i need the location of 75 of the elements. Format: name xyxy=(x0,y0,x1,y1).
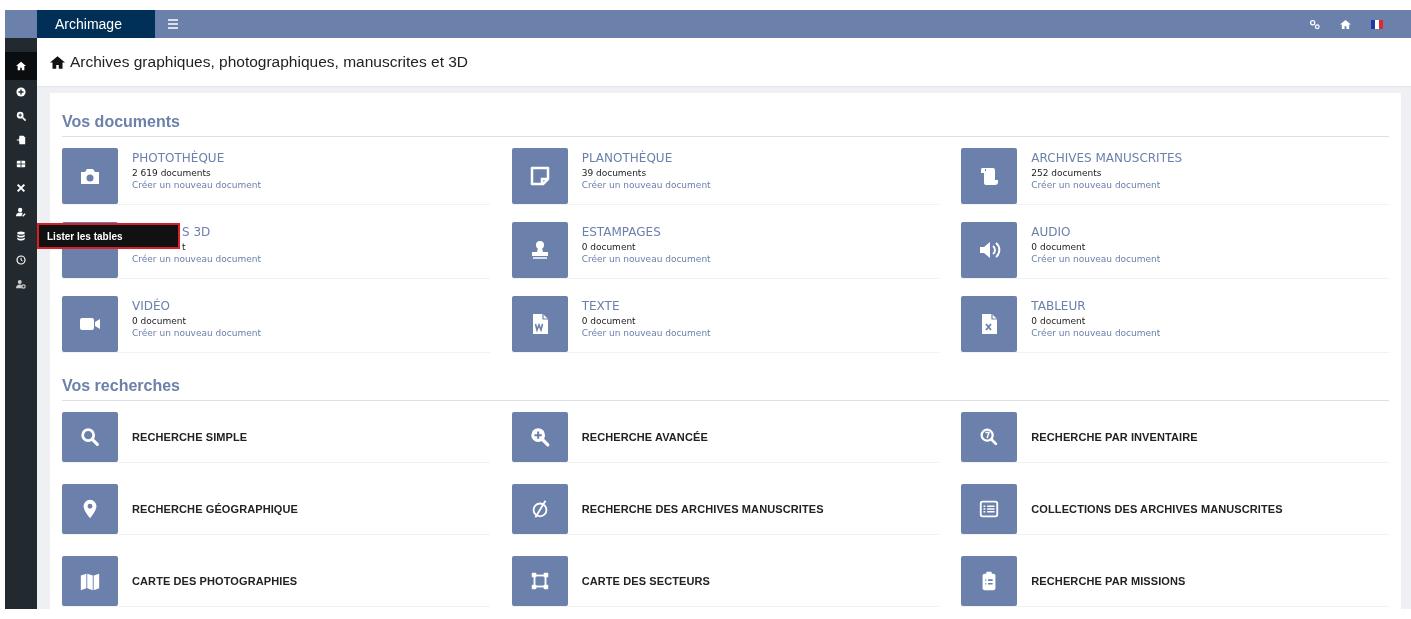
section-heading: Vos documents xyxy=(62,113,1389,137)
document-type-tile[interactable] xyxy=(511,148,568,204)
list-icon xyxy=(978,498,1001,520)
create-document-link[interactable]: Créer un nouveau document xyxy=(581,180,711,190)
document-type-title[interactable]: ARCHIVES MANUSCRITES xyxy=(1031,151,1183,165)
search-option-label[interactable]: COLLECTIONS DES ARCHIVES MANUSCRITES xyxy=(1031,503,1283,515)
zoom-in-icon xyxy=(16,111,26,121)
document-type-tile[interactable] xyxy=(961,222,1018,278)
user-edit-icon xyxy=(16,207,26,217)
document-type-tile[interactable] xyxy=(62,296,118,352)
search-option-label[interactable]: RECHERCHE SIMPLE xyxy=(132,431,248,443)
zoom-in-icon xyxy=(528,426,551,448)
search-option-label[interactable]: CARTE DES PHOTOGRAPHIES xyxy=(132,575,298,587)
search-option-label[interactable]: RECHERCHE PAR INVENTAIRE xyxy=(1031,431,1198,443)
home-icon xyxy=(16,61,26,71)
search-tile[interactable] xyxy=(62,412,118,462)
table-icon xyxy=(16,159,26,169)
french-flag-icon[interactable] xyxy=(1371,19,1383,29)
document-type-tile[interactable] xyxy=(511,296,568,352)
search-option-label[interactable]: RECHERCHE PAR MISSIONS xyxy=(1031,575,1186,587)
create-document-link[interactable]: Créer un nouveau document xyxy=(581,328,711,338)
user-cog-icon xyxy=(16,279,26,289)
search-option-label[interactable]: RECHERCHE GÉOGRAPHIQUE xyxy=(132,503,298,515)
search-tile[interactable] xyxy=(511,556,568,606)
tools-icon xyxy=(16,183,26,193)
document-type-tile[interactable] xyxy=(62,148,118,204)
create-document-link[interactable]: Créer un nouveau document xyxy=(132,254,261,264)
document-type-tile[interactable] xyxy=(511,222,568,278)
create-document-link[interactable]: Créer un nouveau document xyxy=(1031,180,1183,190)
create-document-link[interactable]: Créer un nouveau document xyxy=(1031,328,1161,338)
create-document-link[interactable]: Créer un nouveau document xyxy=(581,254,711,264)
document-count: 0 document xyxy=(1031,242,1087,252)
search-option-label[interactable]: RECHERCHE AVANCÉE xyxy=(581,431,708,443)
search-option-label[interactable]: RECHERCHE DES ARCHIVES MANUSCRITES xyxy=(581,503,824,515)
section-heading: Vos recherches xyxy=(62,377,1389,401)
page-title: Archives graphiques, photographiques, manuscrites et 3D xyxy=(70,53,469,71)
app-logo[interactable]: Archimage xyxy=(37,10,155,38)
document-count: 0 document xyxy=(132,316,187,326)
document-type-title[interactable]: AUDIO xyxy=(1031,225,1161,239)
document-type-title[interactable]: VIDÉO xyxy=(132,299,261,313)
document-type-tile[interactable] xyxy=(961,148,1018,204)
document-type-title[interactable]: PLANOTHÈQUE xyxy=(581,151,711,165)
tooltip: Lister les tables xyxy=(37,223,180,249)
search-tile[interactable] xyxy=(62,556,118,606)
sidebar-item[interactable] xyxy=(5,52,37,80)
search-icon xyxy=(79,426,101,448)
create-document-link[interactable]: Créer un nouveau document xyxy=(132,328,261,338)
search-tile[interactable] xyxy=(961,412,1018,462)
document-count: 39 documents xyxy=(581,168,648,178)
search-tile[interactable] xyxy=(511,412,568,462)
document-type-title[interactable]: PHOTOTHÈQUE xyxy=(132,151,261,165)
document-type-title[interactable]: TEXTE xyxy=(581,299,711,313)
document-type-title[interactable]: ESTAMPAGES xyxy=(581,225,711,239)
gears-icon[interactable] xyxy=(1309,18,1320,30)
document-count: 0 document xyxy=(581,316,637,326)
search-tile[interactable] xyxy=(511,484,568,534)
menu-icon[interactable] xyxy=(167,18,179,30)
document-type-title[interactable]: TABLEUR xyxy=(1031,299,1161,313)
search-tile[interactable] xyxy=(961,484,1018,534)
document-type-tile[interactable] xyxy=(961,296,1018,352)
home-icon[interactable] xyxy=(50,54,65,70)
search-tile[interactable] xyxy=(62,484,118,534)
search-option-label[interactable]: CARTE DES SECTEURS xyxy=(581,575,710,587)
clock-icon xyxy=(16,255,26,265)
document-count: 0 document xyxy=(1031,316,1087,326)
database-icon xyxy=(16,231,26,241)
create-document-link[interactable]: Créer un nouveau document xyxy=(132,180,261,190)
document-count: 252 documents xyxy=(1031,168,1103,178)
create-document-link[interactable]: Créer un nouveau document xyxy=(1031,254,1161,264)
file-import-icon xyxy=(16,135,26,145)
document-count: t xyxy=(181,242,187,252)
document-count: 0 document xyxy=(581,242,637,252)
search-tile[interactable] xyxy=(961,556,1018,606)
plus-circle-icon xyxy=(16,87,26,97)
document-count: 2 619 documents xyxy=(132,168,212,178)
